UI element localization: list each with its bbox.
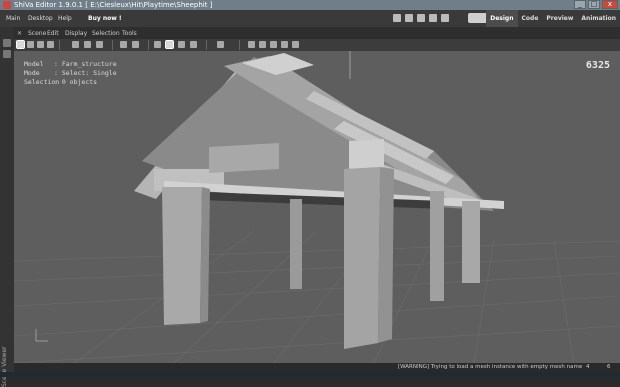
- view-ortho-icon[interactable]: [292, 41, 299, 48]
- buy-now-link[interactable]: Buy now !: [88, 15, 122, 22]
- scene-render: [14, 51, 620, 363]
- close-button[interactable]: x: [602, 0, 618, 9]
- view-side-icon[interactable]: [259, 41, 266, 48]
- stop-icon[interactable]: [405, 14, 413, 22]
- status-bar: [WARNING] Trying to load a mesh instance…: [14, 363, 620, 372]
- hud-mode-value: Select: Single: [61, 69, 117, 77]
- fps-counter: 6325: [585, 60, 610, 71]
- app-icon: [3, 1, 11, 9]
- view-persp-icon[interactable]: [281, 41, 288, 48]
- menu-help[interactable]: Help: [58, 15, 72, 22]
- os-taskbar: [0, 372, 620, 377]
- scene-viewer-side-label: Scene Viewer: [1, 346, 8, 387]
- grid-icon[interactable]: [120, 41, 127, 48]
- panel-close-icon[interactable]: ✕: [17, 30, 22, 37]
- tab-tools[interactable]: Tools: [122, 30, 137, 37]
- tab-display[interactable]: Display: [65, 30, 87, 37]
- post-front-left: [162, 187, 202, 325]
- menu-desktop[interactable]: Desktop: [28, 15, 53, 22]
- pin-icon[interactable]: [3, 39, 11, 47]
- select-arrow-icon[interactable]: [16, 40, 25, 49]
- render-icon[interactable]: [217, 41, 224, 48]
- brush-icon[interactable]: [84, 41, 91, 48]
- refresh-view-icon[interactable]: [190, 41, 197, 48]
- window-titlebar: ShiVa Editor 1.9.0.1 [ E:\Ciesleux\Hit\P…: [0, 0, 620, 10]
- beam-center-block: [209, 143, 279, 173]
- mode-design-button[interactable]: Design: [486, 10, 518, 27]
- hud-model-value: Farm_structure: [61, 60, 117, 68]
- axis-gizmo: [35, 329, 48, 342]
- refresh-icon[interactable]: [417, 14, 425, 22]
- mode-animation-button[interactable]: Animation: [577, 10, 620, 27]
- mode-code-button[interactable]: Code: [518, 10, 543, 27]
- status-message: [WARNING] Trying to load a mesh instance…: [398, 364, 583, 370]
- rotate-icon[interactable]: [37, 41, 44, 48]
- tab-scene[interactable]: Scene: [28, 30, 46, 37]
- post-back-right: [430, 191, 444, 301]
- mode-preview-button[interactable]: Preview: [542, 10, 577, 27]
- status-count-2: 6: [607, 364, 611, 370]
- snap-icon[interactable]: [154, 41, 161, 48]
- hud-selection-label: Selection: [24, 78, 60, 86]
- panel-menu: ✕ Scene Edit Display Selection Tools: [14, 27, 620, 39]
- view-top-icon[interactable]: [270, 41, 277, 48]
- post-front-right: [344, 167, 380, 349]
- move-icon[interactable]: [27, 41, 34, 48]
- minimize-button[interactable]: _: [574, 0, 586, 9]
- layout-icon[interactable]: [3, 50, 11, 58]
- cube-icon[interactable]: [178, 41, 185, 48]
- camera-icon[interactable]: [72, 41, 79, 48]
- play-icon[interactable]: [393, 14, 401, 22]
- hud-mode-label: Mode: [24, 69, 40, 77]
- main-menubar: Main Desktop Help Buy now ! Design Code …: [0, 10, 620, 28]
- settings-icon[interactable]: [441, 14, 449, 22]
- tab-selection[interactable]: Selection: [92, 30, 120, 37]
- ground-grid: [14, 230, 620, 363]
- status-count-1: 4: [586, 364, 590, 370]
- post-far-right: [462, 201, 480, 283]
- post-back-left: [290, 199, 302, 289]
- tab-edit[interactable]: Edit: [47, 30, 59, 37]
- menu-main[interactable]: Main: [6, 15, 20, 22]
- hud-model-label: Model: [24, 60, 44, 68]
- scale-icon[interactable]: [47, 41, 54, 48]
- paint-icon[interactable]: [96, 41, 103, 48]
- scene-viewport[interactable]: Model: Farm_structure Mode: Select: Sing…: [14, 51, 620, 363]
- hud-info: Model: Farm_structure Mode: Select: Sing…: [24, 60, 117, 86]
- hud-selection-value: 0 objects: [61, 78, 98, 86]
- post-front-right-side: [378, 167, 394, 343]
- left-side-strip: Scene Viewer: [0, 27, 15, 387]
- light-icon[interactable]: [165, 40, 174, 49]
- wireframe-icon[interactable]: [132, 41, 139, 48]
- record-icon[interactable]: [429, 14, 437, 22]
- window-title: ShiVa Editor 1.9.0.1 [ E:\Ciesleux\Hit\P…: [14, 1, 213, 9]
- view-front-icon[interactable]: [248, 41, 255, 48]
- maximize-button[interactable]: □: [588, 0, 600, 9]
